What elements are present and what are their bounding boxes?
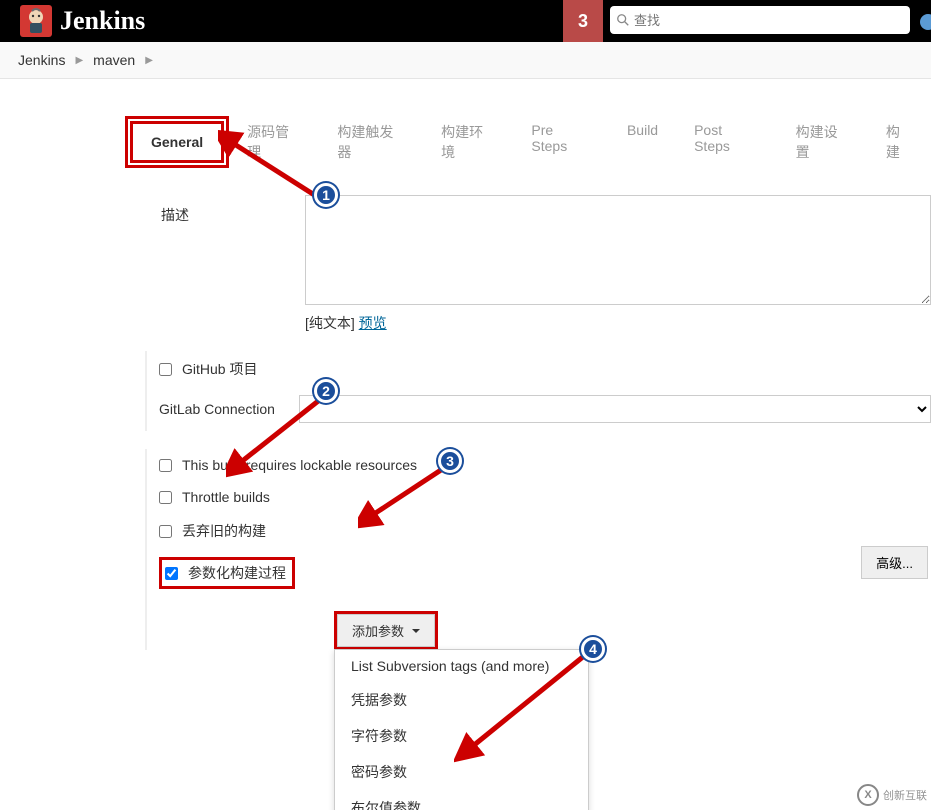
- tab-post-steps[interactable]: Post Steps: [676, 109, 778, 175]
- plain-text-label: [纯文本]: [305, 315, 355, 331]
- annotation-1: 1: [314, 183, 338, 207]
- github-project-row: GitHub 项目: [159, 351, 931, 387]
- tab-build[interactable]: Build: [609, 109, 676, 175]
- dropdown-item-string[interactable]: 字符参数: [335, 718, 588, 754]
- gitlab-select[interactable]: [299, 395, 931, 423]
- header-right-icon[interactable]: [920, 14, 931, 30]
- description-textarea[interactable]: [305, 195, 931, 305]
- tab-build-settings[interactable]: 构建设置: [778, 109, 868, 175]
- discard-checkbox[interactable]: [159, 525, 172, 538]
- dropdown-item-password[interactable]: 密码参数: [335, 754, 588, 790]
- parameterized-label: 参数化构建过程: [188, 563, 286, 583]
- add-param-wrap: 添加参数 List Subversion tags (and more) 凭据参…: [334, 611, 931, 650]
- add-param-highlight: 添加参数: [334, 611, 438, 650]
- param-type-dropdown: List Subversion tags (and more) 凭据参数 字符参…: [334, 649, 589, 810]
- github-project-label: GitHub 项目: [182, 359, 257, 379]
- lockable-checkbox[interactable]: [159, 459, 172, 472]
- jenkins-logo-icon: [20, 5, 52, 37]
- tab-env[interactable]: 构建环境: [423, 109, 513, 175]
- breadcrumb-link-maven[interactable]: maven: [93, 52, 135, 68]
- github-project-checkbox[interactable]: [159, 363, 172, 376]
- tab-scm[interactable]: 源码管理: [229, 109, 319, 175]
- lockable-row: This build requires lockable resources: [159, 449, 931, 481]
- logo-text: Jenkins: [60, 6, 145, 36]
- notification-badge[interactable]: 3: [563, 0, 603, 42]
- dropdown-item-svn[interactable]: List Subversion tags (and more): [335, 650, 588, 682]
- annotation-4: 4: [581, 637, 605, 661]
- search-icon: [616, 13, 630, 27]
- tab-triggers[interactable]: 构建触发器: [319, 109, 423, 175]
- tab-build-more[interactable]: 构建: [868, 109, 931, 175]
- watermark: X 创新互联: [857, 784, 927, 806]
- tabs-row: General 源码管理 构建触发器 构建环境 Pre Steps Build …: [125, 109, 931, 175]
- search-input[interactable]: [634, 13, 904, 28]
- throttle-label: Throttle builds: [182, 489, 270, 505]
- annotation-3: 3: [438, 449, 462, 473]
- breadcrumb-link-jenkins[interactable]: Jenkins: [18, 52, 65, 68]
- gitlab-row: GitLab Connection: [159, 387, 931, 431]
- dropdown-item-credential[interactable]: 凭据参数: [335, 682, 588, 718]
- add-param-label: 添加参数: [352, 621, 404, 640]
- gitlab-label: GitLab Connection: [159, 401, 299, 417]
- watermark-text: 创新互联: [883, 787, 927, 803]
- discard-old-row: 丢弃旧的构建: [159, 513, 931, 549]
- advanced-button[interactable]: 高级...: [861, 546, 928, 579]
- throttle-row: Throttle builds: [159, 481, 931, 513]
- description-label: 描述: [125, 195, 305, 305]
- description-row: 描述: [125, 195, 931, 305]
- preview-link[interactable]: 预览: [359, 315, 387, 331]
- parameterized-highlight: 参数化构建过程: [159, 557, 295, 589]
- chevron-right-icon: ▶: [145, 55, 153, 66]
- options-block-2: This build requires lockable resources T…: [145, 449, 931, 650]
- tab-pre-steps[interactable]: Pre Steps: [513, 109, 609, 175]
- tab-general-highlight: General: [125, 116, 229, 168]
- dropdown-item-boolean[interactable]: 布尔值参数: [335, 790, 588, 810]
- search-box[interactable]: [610, 6, 910, 34]
- discard-label: 丢弃旧的构建: [182, 521, 266, 541]
- parameterized-checkbox[interactable]: [165, 567, 178, 580]
- parameterized-row: 参数化构建过程: [159, 549, 931, 597]
- logo-area[interactable]: Jenkins: [0, 5, 145, 37]
- top-header: Jenkins 3: [0, 0, 931, 42]
- add-param-button[interactable]: 添加参数: [337, 614, 435, 647]
- throttle-checkbox[interactable]: [159, 491, 172, 504]
- watermark-icon: X: [857, 784, 879, 806]
- content-area: General 源码管理 构建触发器 构建环境 Pre Steps Build …: [0, 109, 931, 810]
- tab-general[interactable]: General: [130, 121, 224, 163]
- breadcrumb: Jenkins ▶ maven ▶: [0, 42, 931, 79]
- description-subtext: [纯文本] 预览: [305, 313, 931, 333]
- chevron-right-icon: ▶: [75, 55, 83, 66]
- caret-down-icon: [412, 629, 420, 633]
- annotation-2: 2: [314, 379, 338, 403]
- notification-count: 3: [578, 11, 588, 32]
- form-area: 描述 [纯文本] 预览 GitHub 项目 GitLab Connection …: [125, 195, 931, 810]
- options-block-1: GitHub 项目 GitLab Connection: [145, 351, 931, 431]
- lockable-label: This build requires lockable resources: [182, 457, 417, 473]
